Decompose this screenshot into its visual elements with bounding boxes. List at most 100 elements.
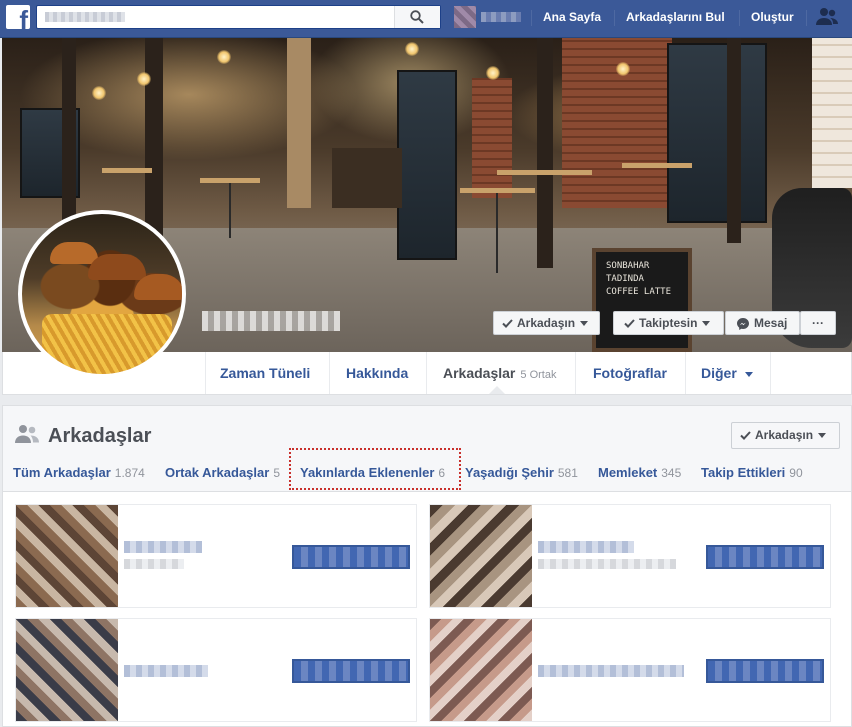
pendant-lamp xyxy=(92,86,106,100)
tab-about[interactable]: Hakkında xyxy=(346,352,408,394)
subtab-hometown[interactable]: Memleket 345 xyxy=(598,465,681,480)
burger xyxy=(50,242,98,264)
tab-label: Hakkında xyxy=(346,365,409,381)
search-button[interactable] xyxy=(394,6,440,28)
friend-action-button-redacted[interactable] xyxy=(706,545,824,569)
glass-door xyxy=(667,43,767,223)
table xyxy=(497,170,592,175)
friend-status-button[interactable]: Arkadaşın xyxy=(731,422,840,449)
divider xyxy=(770,352,771,394)
subtab-label: Memleket xyxy=(598,465,658,480)
friend-name-redacted[interactable] xyxy=(124,665,208,677)
friend-info-redacted xyxy=(538,559,676,569)
divider xyxy=(426,352,427,394)
friend-name-redacted[interactable] xyxy=(124,541,202,553)
subtab-label: Yaşadığı Şehir xyxy=(465,465,554,480)
friend-avatar[interactable] xyxy=(16,505,118,607)
following-button[interactable]: Takiptesin xyxy=(613,311,724,335)
table xyxy=(102,168,152,173)
divider xyxy=(575,352,576,394)
friend-action-button-redacted[interactable] xyxy=(706,659,824,683)
friend-name-redacted[interactable] xyxy=(538,541,634,553)
friend-status-label: Arkadaşın xyxy=(755,428,814,442)
more-icon: ··· xyxy=(812,316,824,330)
following-label: Takiptesin xyxy=(639,316,698,330)
active-tab-indicator xyxy=(489,386,505,394)
top-navigation-bar: f Ana Sayfa Arkadaşlarını Bul Oluştur xyxy=(0,0,852,38)
friend-status-button[interactable]: Arkadaşın xyxy=(493,311,600,335)
column xyxy=(287,38,311,208)
messenger-icon xyxy=(737,317,749,330)
chalkboard-line: TADINDA xyxy=(606,274,644,284)
friend-status-label: Arkadaşın xyxy=(517,316,576,330)
friend-card xyxy=(15,504,417,608)
check-icon xyxy=(740,431,751,441)
friend-avatar[interactable] xyxy=(430,505,532,607)
friend-card xyxy=(429,618,831,722)
tab-more[interactable]: Diğer xyxy=(701,352,753,394)
burger xyxy=(88,254,146,280)
friend-action-button-redacted[interactable] xyxy=(292,545,410,569)
friends-panel-header: Arkadaşlar Arkadaşın Tüm Arkadaşlar 1.874… xyxy=(3,406,851,492)
find-friends-link[interactable]: Arkadaşlarını Bul xyxy=(626,10,725,24)
user-name-redacted[interactable] xyxy=(481,12,521,22)
counter xyxy=(332,148,402,208)
more-options-button[interactable]: ··· xyxy=(800,311,836,335)
divider xyxy=(329,352,330,394)
tab-label: Diğer xyxy=(701,365,737,381)
subtab-label: Tüm Arkadaşlar xyxy=(13,465,111,480)
tab-photos[interactable]: Fotoğraflar xyxy=(593,352,667,394)
subtab-count: 581 xyxy=(557,466,578,480)
tab-timeline[interactable]: Zaman Tüneli xyxy=(220,352,310,394)
tab-label: Fotoğraflar xyxy=(593,365,667,381)
home-link[interactable]: Ana Sayfa xyxy=(543,10,601,24)
subtab-all-friends[interactable]: Tüm Arkadaşlar 1.874 xyxy=(13,465,145,480)
message-button[interactable]: Mesaj xyxy=(725,311,800,335)
brick-wall xyxy=(472,78,512,198)
table-leg xyxy=(496,193,498,273)
mutual-friends-count: 5 Ortak xyxy=(520,369,557,381)
pendant-lamp xyxy=(217,50,231,64)
friend-requests-icon[interactable] xyxy=(815,7,839,27)
chevron-down-icon xyxy=(818,433,827,439)
subtab-mutual-friends[interactable]: Ortak Arkadaşlar 5 xyxy=(165,465,280,480)
subtab-count: 90 xyxy=(789,466,803,480)
pendant-lamp xyxy=(405,42,419,56)
friend-avatar[interactable] xyxy=(430,619,532,721)
column xyxy=(62,38,76,238)
chevron-down-icon xyxy=(580,321,589,327)
tab-label: Arkadaşlar xyxy=(443,365,516,381)
burger xyxy=(134,274,182,300)
subtab-following[interactable]: Takip Ettikleri 90 xyxy=(701,465,803,480)
menu-board xyxy=(812,38,852,188)
subtab-current-city[interactable]: Yaşadığı Şehir 581 xyxy=(465,465,578,480)
search-icon xyxy=(410,10,424,24)
facebook-logo-icon[interactable]: f xyxy=(6,5,30,29)
user-avatar[interactable] xyxy=(454,6,476,28)
create-link[interactable]: Oluştur xyxy=(751,10,794,24)
message-label: Mesaj xyxy=(754,316,788,330)
friend-name-redacted[interactable] xyxy=(538,665,684,677)
friend-action-button-redacted[interactable] xyxy=(292,659,410,683)
profile-picture[interactable] xyxy=(18,210,186,378)
table xyxy=(622,163,692,168)
divider xyxy=(614,10,615,26)
friends-icon xyxy=(15,425,39,443)
friend-avatar[interactable] xyxy=(16,619,118,721)
chalkboard-line: SONBAHAR xyxy=(606,261,650,271)
search-query-redacted xyxy=(45,12,125,22)
chalkboard-line: COFFEE LATTE xyxy=(606,287,672,297)
tab-label: Zaman Tüneli xyxy=(220,365,311,381)
pendant-lamp xyxy=(616,62,630,76)
glass-door xyxy=(397,70,457,260)
friend-card xyxy=(429,504,831,608)
check-icon xyxy=(502,319,513,329)
subtab-count: 5 xyxy=(273,466,280,480)
divider xyxy=(806,10,807,26)
friend-card xyxy=(15,618,417,722)
chevron-down-icon xyxy=(744,371,753,377)
friends-panel-title: Arkadaşlar xyxy=(48,425,152,447)
subtab-label: Takip Ettikleri xyxy=(701,465,786,480)
profile-name-redacted xyxy=(202,311,340,331)
table-leg xyxy=(229,183,231,238)
